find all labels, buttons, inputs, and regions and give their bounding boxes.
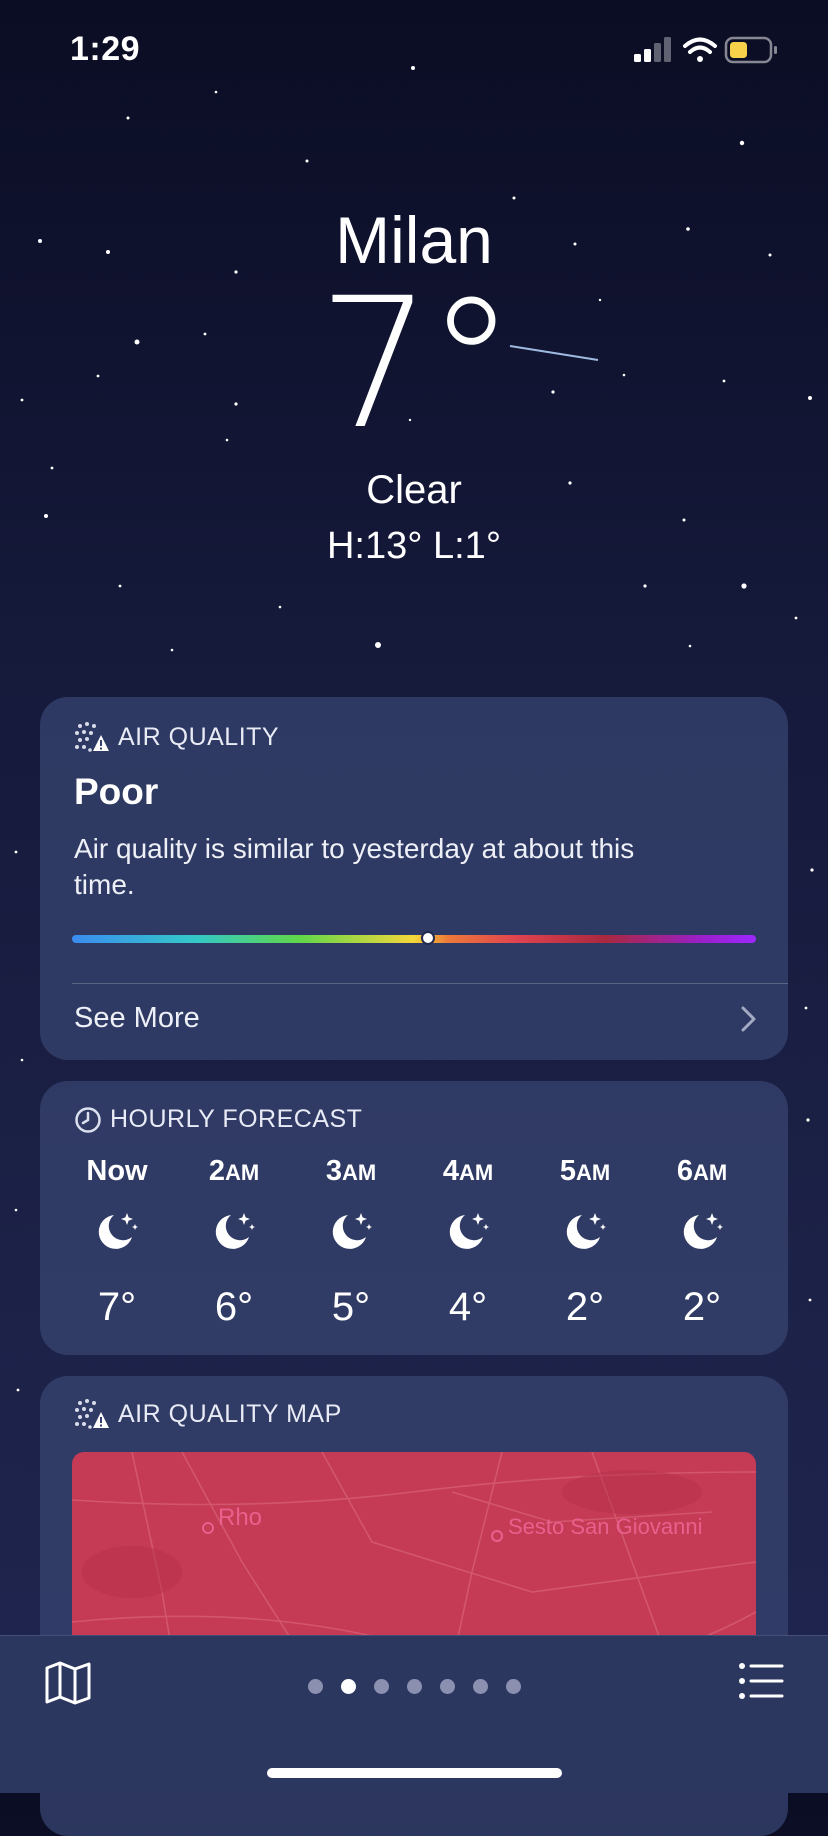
air-quality-description: Air quality is similar to yesterday at a… (74, 833, 635, 900)
air-quality-warning-icon (75, 722, 109, 752)
clock-icon (75, 1106, 101, 1133)
hour-item: Now 7° (58, 1155, 176, 1330)
moon-stars-icon (215, 1213, 255, 1249)
hourly-forecast-card[interactable]: HOURLY FORECAST Now 7° 2AM 6° 3AM 5° 4AM 4° 5AM 2… (40, 1081, 788, 1355)
hour-label: 2AM (208, 1155, 260, 1187)
air-quality-map-heading: AIR QUALITY MAP (118, 1399, 342, 1428)
map-place-rho: Rho (218, 1504, 263, 1531)
air-quality-map-header: AIR QUALITY MAP (74, 1398, 342, 1430)
see-more-link[interactable]: See More (74, 1002, 200, 1035)
page-dot[interactable] (307, 1679, 323, 1694)
hour-item: 5AM 2° (526, 1155, 644, 1330)
moon-stars-icon (566, 1213, 606, 1249)
hour-item: 4AM 4° (409, 1155, 527, 1330)
hourly-forecast-heading: HOURLY FORECAST (110, 1105, 363, 1133)
hourly-list[interactable]: Now 7° 2AM 6° 3AM 5° 4AM 4° 5AM 2° 6AM 2° (40, 1155, 788, 1345)
moon-stars-icon (683, 1213, 723, 1249)
hour-item-partial (760, 1155, 788, 1285)
divider (72, 983, 788, 984)
status-icons (634, 36, 777, 64)
battery-icon (724, 36, 777, 64)
home-indicator[interactable] (267, 1768, 562, 1778)
hour-label: 3AM (325, 1155, 377, 1187)
high-low-temperature: H:13° L:1° (326, 525, 502, 567)
hour-temperature: 5° (331, 1285, 371, 1329)
hour-item: 2AM 6° (175, 1155, 293, 1330)
status-bar: 1:29 (0, 0, 828, 100)
moon-stars-icon (98, 1213, 138, 1249)
page-dot[interactable] (505, 1679, 521, 1694)
hourly-forecast-header: HOURLY FORECAST (74, 1105, 362, 1134)
status-time: 1:29 (70, 30, 141, 68)
hour-label: 4AM (442, 1155, 494, 1187)
hour-temperature: 6° (214, 1285, 254, 1329)
chevron-right-icon[interactable] (740, 1005, 758, 1033)
page-dot[interactable] (439, 1679, 455, 1694)
page-indicator[interactable] (0, 1679, 828, 1699)
hour-item: 6AM 2° (643, 1155, 761, 1330)
page-dot[interactable] (472, 1679, 488, 1694)
cellular-signal-icon (634, 37, 671, 62)
air-quality-card[interactable]: AIR QUALITY Poor Air quality is similar … (40, 697, 788, 1060)
air-quality-warning-icon (75, 1399, 109, 1429)
current-temperature: 7° (317, 260, 517, 469)
air-quality-indicator (420, 931, 435, 945)
page-dot[interactable] (340, 1679, 356, 1694)
list-icon[interactable] (738, 1662, 784, 1700)
map-place-sesto: Sesto San Giovanni (508, 1514, 703, 1539)
weather-condition: Clear (366, 468, 462, 512)
page-dot[interactable] (406, 1679, 422, 1694)
moon-stars-icon (332, 1213, 372, 1249)
hour-label: 5AM (559, 1155, 611, 1187)
hour-label: Now (86, 1155, 148, 1187)
air-quality-scale (72, 935, 756, 943)
air-quality-heading: AIR QUALITY (118, 722, 280, 751)
hour-item: 3AM 5° (292, 1155, 410, 1330)
hour-label: 6AM (676, 1155, 728, 1187)
page-dot[interactable] (373, 1679, 389, 1694)
wifi-icon (683, 37, 717, 62)
hour-temperature: 4° (448, 1285, 488, 1329)
hour-temperature: 7° (97, 1285, 137, 1329)
hour-temperature: 2° (565, 1285, 605, 1329)
air-quality-header: AIR QUALITY (74, 721, 279, 753)
air-quality-level: Poor (74, 771, 159, 812)
bottom-toolbar (0, 1635, 828, 1793)
moon-stars-icon (449, 1213, 489, 1249)
current-weather: Milan 7° Clear H:13° L:1° (0, 200, 828, 568)
hour-temperature: 2° (682, 1285, 722, 1329)
